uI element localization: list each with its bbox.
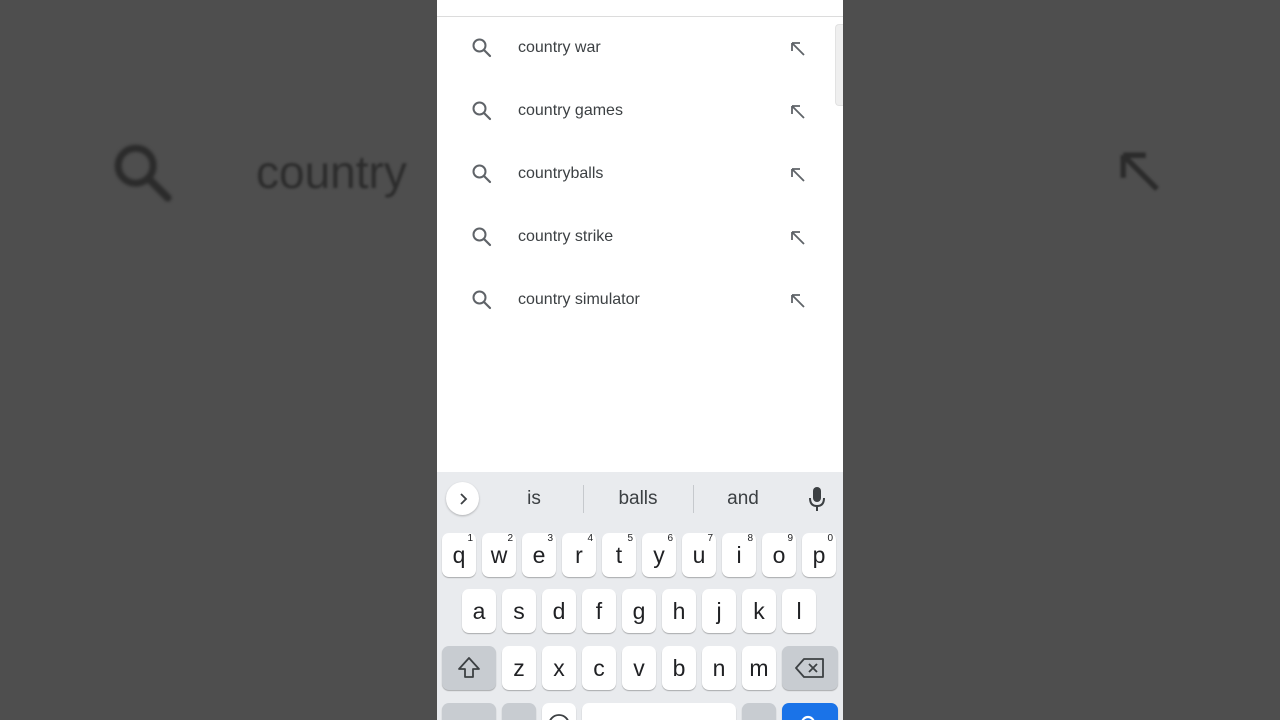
key-e[interactable]: e3 <box>522 533 556 577</box>
key-y[interactable]: y6 <box>642 533 676 577</box>
key-hint: 1 <box>467 533 473 544</box>
suggestion-item[interactable]: countryballs <box>437 143 843 206</box>
phone-screen: country war country games countryballs c… <box>437 0 843 720</box>
key-hint: 6 <box>667 533 673 544</box>
search-icon <box>114 144 172 202</box>
arrow-up-left-icon[interactable] <box>788 39 808 59</box>
backspace-icon <box>795 658 824 678</box>
arrow-up-left-icon[interactable] <box>788 102 808 122</box>
key-label: e <box>532 542 546 568</box>
key-hint: 8 <box>747 533 753 544</box>
suggestion-item[interactable]: country war <box>437 17 843 80</box>
key-label: y <box>653 542 665 568</box>
search-icon <box>472 38 492 58</box>
key-hint: 2 <box>507 533 513 544</box>
key-label: p <box>812 542 826 568</box>
search-icon <box>472 101 492 121</box>
suggestion-item[interactable]: country simulator <box>437 269 843 332</box>
key-s[interactable]: s <box>502 589 536 633</box>
key-hint: 7 <box>707 533 713 544</box>
key-t[interactable]: t5 <box>602 533 636 577</box>
key-o[interactable]: o9 <box>762 533 796 577</box>
search-icon <box>801 715 815 720</box>
key-c[interactable]: c <box>582 646 616 690</box>
key-hint: 9 <box>787 533 793 544</box>
key-label: t <box>615 542 623 568</box>
key-m[interactable]: m <box>742 646 776 690</box>
word-suggestion[interactable]: balls <box>588 488 688 510</box>
key-h[interactable]: h <box>662 589 696 633</box>
arrow-up-left-icon <box>1120 152 1159 191</box>
symbols-key[interactable] <box>442 703 496 720</box>
shift-icon <box>458 657 480 678</box>
divider <box>583 485 584 513</box>
suggestion-text: country war <box>518 39 601 56</box>
key-label: i <box>736 542 742 568</box>
key-a[interactable]: a <box>462 589 496 633</box>
suggestion-text: country strike <box>518 228 614 245</box>
expand-toolbar-button[interactable] <box>446 482 479 515</box>
key-u[interactable]: u7 <box>682 533 716 577</box>
key-i[interactable]: i8 <box>722 533 756 577</box>
on-screen-keyboard: is balls and q1 w2 e3 r4 t5 y6 u7 i8 o9 … <box>437 472 843 720</box>
comma-key[interactable] <box>502 703 536 720</box>
search-icon <box>472 290 492 310</box>
key-q[interactable]: q1 <box>442 533 476 577</box>
key-n[interactable]: n <box>702 646 736 690</box>
arrow-up-left-icon[interactable] <box>788 291 808 311</box>
suggestion-item[interactable]: country games <box>437 80 843 143</box>
key-x[interactable]: x <box>542 646 576 690</box>
key-z[interactable]: z <box>502 646 536 690</box>
chevron-right-icon <box>459 492 467 505</box>
space-key[interactable] <box>582 703 736 720</box>
key-hint: 0 <box>827 533 833 544</box>
key-f[interactable]: f <box>582 589 616 633</box>
key-r[interactable]: r4 <box>562 533 596 577</box>
blurred-suggestion-text: country <box>256 146 407 198</box>
key-label: u <box>692 542 706 568</box>
key-hint: 4 <box>587 533 593 544</box>
suggestion-item[interactable]: country strike <box>437 206 843 269</box>
key-hint: 3 <box>547 533 553 544</box>
suggestion-text: countryballs <box>518 165 604 182</box>
emoji-key[interactable] <box>542 703 576 720</box>
key-hint: 5 <box>627 533 633 544</box>
key-v[interactable]: v <box>622 646 656 690</box>
key-w[interactable]: w2 <box>482 533 516 577</box>
backspace-key[interactable] <box>782 646 838 690</box>
period-key[interactable] <box>742 703 776 720</box>
key-label: r <box>575 542 583 568</box>
key-l[interactable]: l <box>782 589 816 633</box>
arrow-up-left-icon[interactable] <box>788 165 808 185</box>
key-j[interactable]: j <box>702 589 736 633</box>
shift-key[interactable] <box>442 646 496 690</box>
arrow-up-left-icon[interactable] <box>788 228 808 248</box>
search-action-key[interactable] <box>782 703 838 720</box>
key-label: w <box>490 542 508 568</box>
suggestion-text: country games <box>518 102 623 119</box>
key-label: o <box>772 542 786 568</box>
microphone-icon[interactable] <box>807 486 827 512</box>
word-suggestion-strip: is balls and <box>437 472 843 526</box>
suggestion-list: country war country games countryballs c… <box>437 17 843 332</box>
search-icon <box>472 227 492 247</box>
word-suggestion[interactable]: and <box>693 488 793 510</box>
key-d[interactable]: d <box>542 589 576 633</box>
suggestion-text: country simulator <box>518 291 640 308</box>
key-b[interactable]: b <box>662 646 696 690</box>
key-k[interactable]: k <box>742 589 776 633</box>
key-label: q <box>452 542 466 568</box>
emoji-icon <box>549 714 569 720</box>
key-p[interactable]: p0 <box>802 533 836 577</box>
word-suggestion[interactable]: is <box>484 488 584 510</box>
key-g[interactable]: g <box>622 589 656 633</box>
search-icon <box>472 164 492 184</box>
